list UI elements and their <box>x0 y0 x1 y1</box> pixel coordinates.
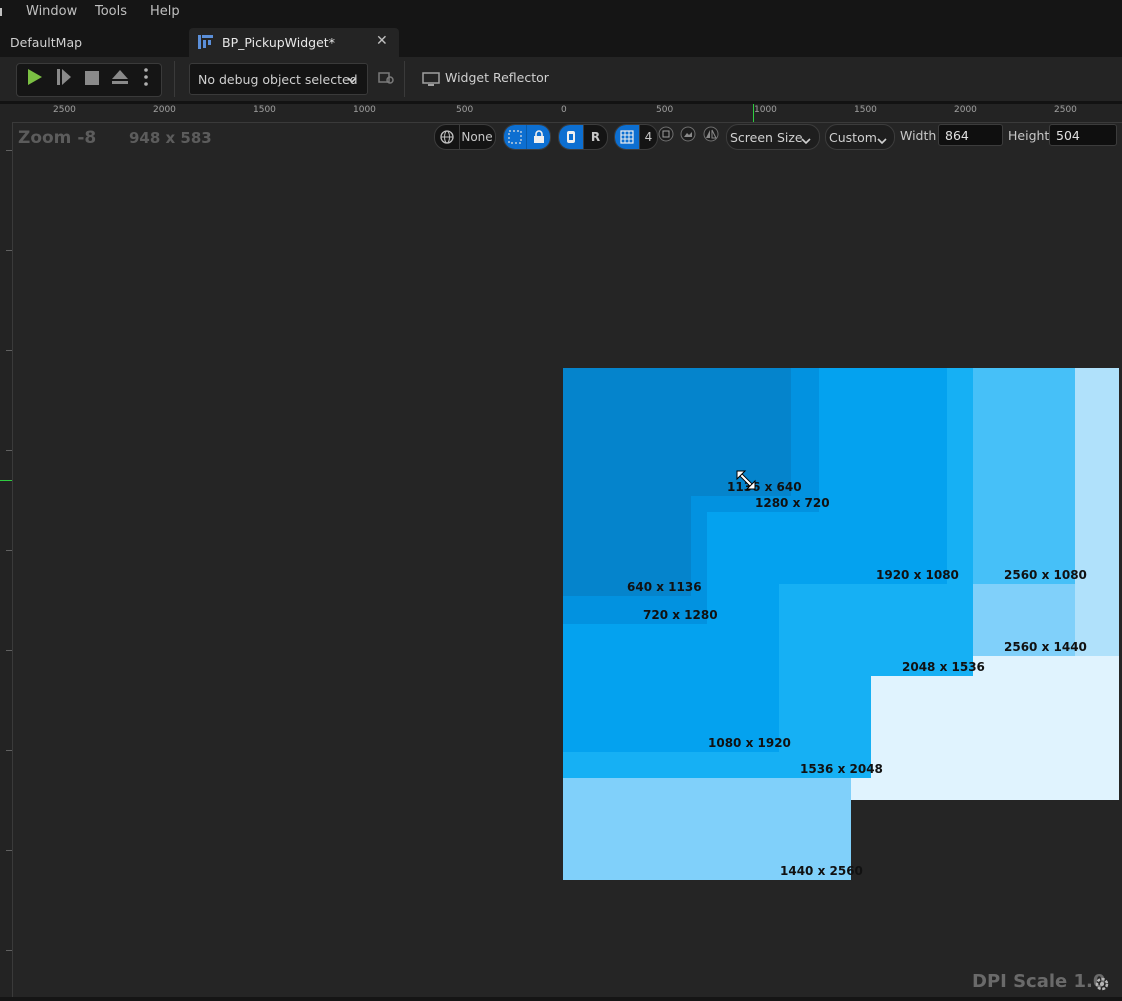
resolution-label: 2560 x 1440 <box>1004 640 1087 654</box>
debug-object-dropdown[interactable]: No debug object selected <box>189 63 368 95</box>
preset-dropdown[interactable]: Custom <box>825 124 895 150</box>
grid-snap-value: 4 <box>644 130 653 144</box>
grid-icon <box>615 125 639 149</box>
screen-size-dropdown[interactable]: Screen Size <box>726 124 820 150</box>
ruler-label: 2500 <box>1054 105 1077 115</box>
folder-search-icon <box>377 69 395 89</box>
stop-button[interactable] <box>78 64 106 94</box>
grid-snap-toggle[interactable]: 4 <box>614 124 658 150</box>
screen-size-label: Screen Size <box>730 129 803 145</box>
selection-mode-toggle[interactable] <box>503 124 551 150</box>
image-icon <box>680 126 696 146</box>
tab-label: BP_PickupWidget* <box>222 35 335 50</box>
ruler-label: 1000 <box>754 105 777 115</box>
menu-edge <box>0 8 2 16</box>
cursor-marker-x <box>753 104 754 122</box>
height-input[interactable]: 504 <box>1049 124 1117 146</box>
widget-reflector-button[interactable]: Widget Reflector <box>420 65 550 93</box>
menu-help[interactable]: Help <box>150 4 180 19</box>
dpi-settings-button[interactable] <box>1093 975 1111 993</box>
ruler-label: 2000 <box>153 105 176 115</box>
localization-label: None <box>461 130 493 144</box>
viewport-size: 948 x 583 <box>129 129 212 147</box>
background-image-button[interactable] <box>678 126 698 146</box>
more-options-button[interactable] <box>134 64 158 94</box>
resolution-label: 2048 x 1536 <box>902 660 985 674</box>
resize-cursor-icon <box>736 470 756 490</box>
ruler-label: 1500 <box>253 105 276 115</box>
divider <box>174 61 175 97</box>
close-icon[interactable]: ✕ <box>376 33 388 49</box>
respect-locks-label: R <box>590 130 601 144</box>
mirror-icon <box>703 126 719 146</box>
zoom-fit-icon <box>658 126 674 146</box>
marquee-select-icon <box>504 125 526 149</box>
ruler-label: 2500 <box>53 105 76 115</box>
resolution-label: 2560 x 1080 <box>1004 568 1087 582</box>
menu-tools[interactable]: Tools <box>95 4 127 19</box>
chevron-down-icon <box>801 133 811 148</box>
ruler-label: 0 <box>561 105 567 115</box>
resolution-label: 1080 x 1920 <box>708 736 791 750</box>
tab-bp-pickup-widget[interactable]: BP_PickupWidget* ✕ <box>189 28 399 57</box>
tab-default-map[interactable]: DefaultMap <box>0 28 186 57</box>
localization-preview-toggle[interactable]: None <box>434 124 496 150</box>
resolution-label: 1920 x 1080 <box>876 568 959 582</box>
resolution-preview-rect <box>563 368 791 496</box>
width-input[interactable]: 864 <box>938 124 1003 146</box>
zoom-to-fit-button[interactable] <box>656 126 676 146</box>
chevron-down-icon <box>347 72 357 87</box>
resolution-label: 640 x 1136 <box>627 580 702 594</box>
respect-locks-toggle[interactable]: R <box>558 124 608 150</box>
resolution-label: 1280 x 720 <box>755 496 830 510</box>
step-button[interactable] <box>50 64 78 94</box>
toolbar: No debug object selected Widget Reflecto… <box>0 57 1122 104</box>
monitor-icon <box>422 71 440 90</box>
step-icon <box>56 68 72 90</box>
cursor-marker-y <box>0 480 12 481</box>
dpi-scale-label: DPI Scale 1.0 <box>972 971 1106 992</box>
vertical-dots-icon <box>144 68 148 90</box>
menu-bar: Window Tools Help <box>0 0 1122 24</box>
gear-icon <box>1093 977 1111 997</box>
debug-object-label: No debug object selected <box>198 71 358 87</box>
flip-preview-button[interactable] <box>701 126 721 146</box>
bottom-edge <box>0 997 1122 1001</box>
zoom-level: Zoom -8 <box>18 128 97 148</box>
horizontal-ruler: 2500 2000 1500 1000 500 0 500 1000 1500 … <box>0 104 1122 123</box>
ruler-label: 500 <box>456 105 474 115</box>
ruler-label: 2000 <box>954 105 977 115</box>
height-label: Height <box>1008 128 1050 143</box>
vertical-ruler <box>0 122 13 1001</box>
globe-icon <box>435 125 459 149</box>
menu-window[interactable]: Window <box>26 4 77 19</box>
eject-button[interactable] <box>106 64 134 94</box>
play-button[interactable] <box>21 64 49 94</box>
ruler-label: 1500 <box>854 105 877 115</box>
stop-icon <box>85 70 99 89</box>
tab-bar: DefaultMap BP_PickupWidget* ✕ <box>0 24 1122 57</box>
resolution-label: 1536 x 2048 <box>800 762 883 776</box>
ruler-label: 500 <box>656 105 674 115</box>
chevron-down-icon <box>877 133 887 148</box>
play-icon <box>27 68 43 90</box>
eject-icon <box>111 69 129 89</box>
browse-debug-object-button[interactable] <box>372 64 400 94</box>
ruler-label: 1000 <box>353 105 376 115</box>
resolution-label: 720 x 1280 <box>643 608 718 622</box>
widget-reflector-label: Widget Reflector <box>445 70 549 85</box>
widget-blueprint-icon <box>197 34 214 53</box>
preset-label: Custom <box>829 129 877 145</box>
resolution-label: 1440 x 2560 <box>780 864 863 878</box>
anchor-icon <box>559 125 583 149</box>
lock-icon <box>527 125 550 149</box>
divider <box>404 61 405 97</box>
width-label: Width <box>900 128 937 143</box>
tab-label: DefaultMap <box>10 35 83 50</box>
